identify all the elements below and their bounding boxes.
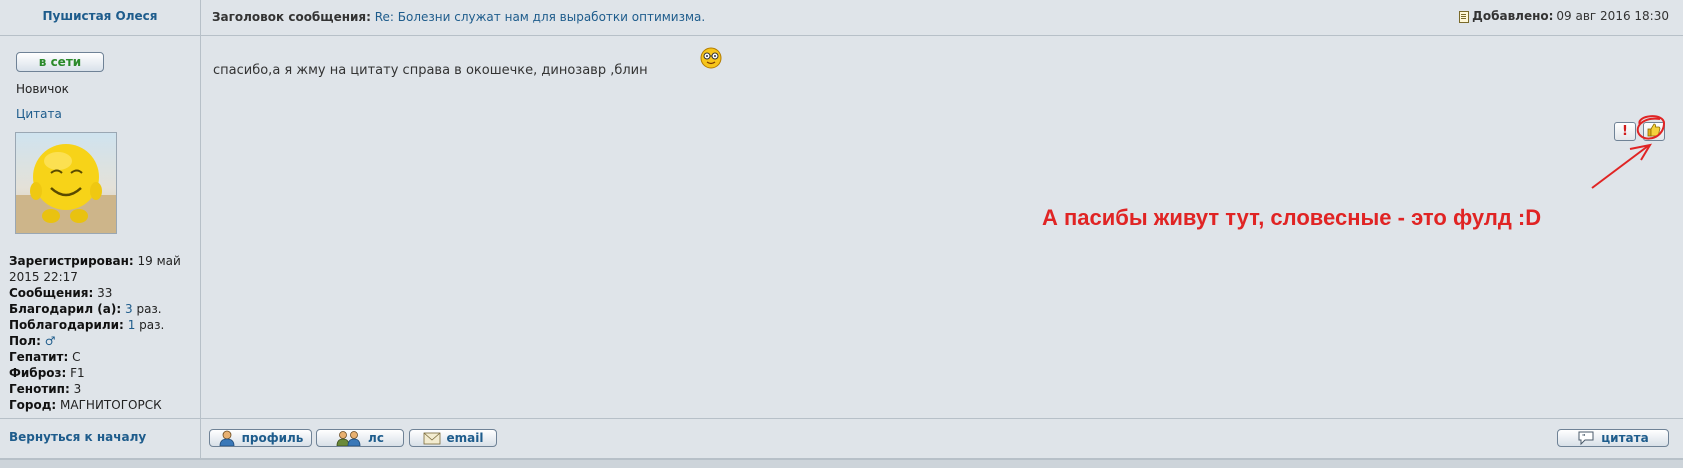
- email-button[interactable]: email: [409, 429, 497, 447]
- envelope-icon: [423, 430, 441, 446]
- online-status-button[interactable]: в сети: [16, 52, 104, 72]
- avatar[interactable]: [15, 132, 117, 234]
- private-message-button[interactable]: лс: [316, 429, 404, 447]
- thanks-button[interactable]: [1643, 122, 1665, 141]
- speech-bubble-icon: ": [1577, 430, 1595, 446]
- subject-link[interactable]: Re: Болезни служат нам для выработки опт…: [375, 10, 705, 24]
- post-document-icon[interactable]: [1459, 11, 1470, 23]
- user-icon: [218, 430, 236, 447]
- user-rank: Новичок: [16, 82, 69, 96]
- users-icon: [336, 430, 362, 447]
- thumbs-up-icon: [1647, 123, 1661, 137]
- quote-button-label: цитата: [1601, 431, 1649, 445]
- added-label: Добавлено:: [1472, 9, 1554, 23]
- added-value: 09 авг 2016 18:30: [1556, 9, 1669, 23]
- thanked-count-link[interactable]: 3: [125, 302, 133, 316]
- profile-city: Город: МАГНИТОГОРСК: [9, 398, 162, 412]
- footer-divider: [0, 418, 1683, 419]
- report-post-button[interactable]: !: [1614, 122, 1636, 141]
- column-divider: [200, 0, 201, 458]
- next-post-strip: [0, 460, 1683, 468]
- profile-button-label: профиль: [241, 431, 304, 445]
- profile-gender: Пол: ♂: [9, 334, 56, 348]
- post-subject: Заголовок сообщения: Re: Болезни служат …: [212, 10, 705, 24]
- user-profile-info: Зарегистрирован: 19 май 2015 22:17 Сообщ…: [9, 253, 194, 413]
- post-container: Пушистая Олеся Заголовок сообщения: Re: …: [0, 0, 1683, 468]
- nerd-smiley-icon: [700, 47, 722, 69]
- pm-button-label: лс: [368, 431, 384, 445]
- user-quote-link[interactable]: Цитата: [16, 107, 62, 121]
- profile-button[interactable]: профиль: [209, 429, 312, 447]
- profile-posts: Сообщения: 33: [9, 286, 113, 300]
- profile-genotype: Генотип: 3: [9, 382, 82, 396]
- post-author-name[interactable]: Пушистая Олеся: [0, 9, 200, 23]
- back-to-top-link[interactable]: Вернуться к началу: [9, 430, 146, 444]
- email-button-label: email: [446, 431, 484, 445]
- profile-registered: Зарегистрирован: 19 май 2015 22:17: [9, 254, 181, 284]
- quote-button[interactable]: " цитата: [1557, 429, 1669, 447]
- svg-text:": ": [1582, 433, 1586, 441]
- profile-thanked: Благодарил (а): 3 раз.: [9, 302, 162, 316]
- subject-label: Заголовок сообщения:: [212, 10, 371, 24]
- profile-hepatitis: Гепатит: C: [9, 350, 81, 364]
- profile-was-thanked: Поблагодарили: 1 раз.: [9, 318, 165, 332]
- post-date: Добавлено: 09 авг 2016 18:30: [1459, 9, 1669, 23]
- header-divider: [0, 35, 1683, 36]
- male-icon: ♂: [44, 334, 56, 348]
- annotation-text: А пасибы живут тут, словесные - это фулд…: [1042, 205, 1542, 230]
- profile-fibrosis: Фиброз: F1: [9, 366, 85, 380]
- post-body-text: спасибо,а я жму на цитату справа в окоше…: [213, 63, 648, 78]
